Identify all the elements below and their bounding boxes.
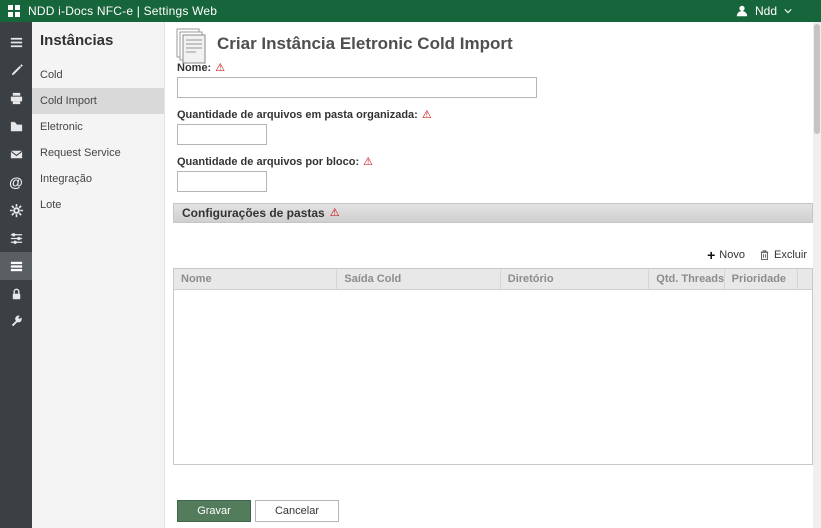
sidebar-instancias: Instâncias Cold Cold Import Eletronic Re… (32, 22, 165, 528)
rail-folders-icon[interactable] (0, 112, 32, 140)
sidebar-item-integracao[interactable]: Integração (32, 166, 164, 192)
main-content: Criar Instância Eletronic Cold Import No… (165, 22, 813, 528)
qtd-pasta-organizada-input[interactable] (177, 124, 267, 145)
sidebar-item-request-service[interactable]: Request Service (32, 140, 164, 166)
excluir-button[interactable]: Excluir (759, 249, 807, 261)
plus-icon: + (707, 247, 716, 263)
col-qtd-threads: Qtd. Threads (649, 269, 725, 289)
sidebar-item-cold[interactable]: Cold (32, 62, 164, 88)
page-title: Criar Instância Eletronic Cold Import (217, 34, 513, 53)
vertical-scrollbar[interactable] (813, 22, 821, 528)
app-title: NDD i-Docs NFC-e | Settings Web (28, 4, 218, 18)
rail-tools-wrench-icon[interactable] (0, 308, 32, 336)
rail-preferences-sliders-icon[interactable] (0, 224, 32, 252)
ndd-logo-icon (8, 5, 20, 17)
rail-design-icon[interactable] (0, 56, 32, 84)
rail-email-at-icon[interactable]: @ (0, 168, 32, 196)
rail-settings-gear-icon[interactable] (0, 196, 32, 224)
gravar-button[interactable]: Gravar (177, 500, 251, 522)
sidebar-title: Instâncias (40, 32, 114, 49)
col-actions (798, 269, 812, 289)
warning-icon: ⚠ (329, 206, 340, 219)
nome-label: Nome: ⚠ (177, 61, 226, 74)
folders-table-body-empty (174, 290, 812, 465)
chevron-down-icon (784, 9, 792, 14)
rail-mail-icon[interactable] (0, 140, 32, 168)
warning-icon: ⚠ (363, 155, 374, 168)
app-window: NDD i-Docs NFC-e | Settings Web Ndd @ In… (0, 0, 821, 528)
grid-toolbar: + Novo Excluir (707, 248, 807, 262)
rail-security-lock-icon[interactable] (0, 280, 32, 308)
user-menu[interactable]: Ndd (735, 4, 793, 18)
col-diretorio: Diretório (501, 269, 650, 289)
user-name: Ndd (754, 4, 777, 18)
sidebar-item-cold-import[interactable]: Cold Import (32, 88, 164, 114)
col-prioridade: Prioridade (725, 269, 798, 289)
user-icon (736, 5, 748, 17)
nome-input[interactable] (177, 77, 537, 98)
scrollbar-thumb[interactable] (814, 24, 820, 134)
warning-icon: ⚠ (215, 61, 226, 74)
folders-table: Nome Saída Cold Diretório Qtd. Threads P… (173, 268, 813, 465)
icon-rail: @ (0, 22, 32, 528)
col-saida-cold: Saída Cold (337, 269, 501, 289)
cancelar-button[interactable]: Cancelar (255, 500, 339, 522)
qtd-por-bloco-input[interactable] (177, 171, 267, 192)
rail-instances-list-icon[interactable] (0, 252, 32, 280)
configuracoes-pastas-header: Configurações de pastas ⚠ (173, 203, 813, 223)
sidebar-item-eletronic[interactable]: Eletronic (32, 114, 164, 140)
rail-menu-icon[interactable] (0, 28, 32, 56)
col-nome: Nome (174, 269, 338, 289)
rail-printer-icon[interactable] (0, 84, 32, 112)
qtd-pasta-organizada-label: Quantidade de arquivos em pasta organiza… (177, 108, 432, 121)
sidebar-item-lote[interactable]: Lote (32, 192, 164, 218)
qtd-por-bloco-label: Quantidade de arquivos por bloco: ⚠ (177, 155, 374, 168)
topbar: NDD i-Docs NFC-e | Settings Web Ndd (0, 0, 821, 22)
novo-button[interactable]: + Novo (707, 248, 745, 262)
folders-table-header: Nome Saída Cold Diretório Qtd. Threads P… (174, 269, 812, 290)
warning-icon: ⚠ (421, 108, 432, 121)
trash-icon (760, 250, 769, 261)
